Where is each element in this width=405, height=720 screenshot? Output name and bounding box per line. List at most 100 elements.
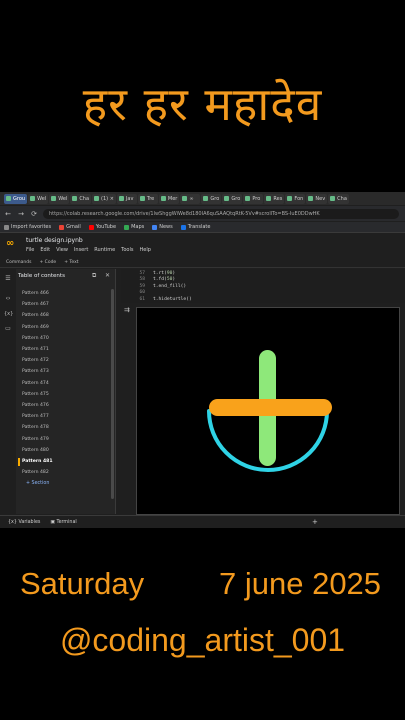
add-section-button[interactable]: + Section	[26, 481, 49, 486]
toc-item[interactable]: Pattern 476	[22, 403, 49, 408]
tab-favicon-icon	[139, 196, 145, 201]
bookmark-youtube[interactable]: YouTube	[88, 224, 116, 230]
toc-item[interactable]: Pattern 470	[22, 336, 49, 341]
toc-item[interactable]: Pattern 477	[22, 414, 49, 419]
browser-tab[interactable]: Res	[264, 193, 285, 204]
tab-label: Tre	[146, 195, 155, 202]
menu-view[interactable]: View	[56, 247, 68, 253]
line-number: 60	[139, 290, 145, 296]
browser-tab[interactable]: Grou	[4, 193, 28, 204]
folder-icon[interactable]: ▭	[4, 325, 12, 333]
back-button[interactable]: ←	[4, 210, 12, 218]
browser-tab[interactable]: Wel	[49, 193, 70, 204]
colab-toolbar: Commands + Code + Text	[0, 258, 405, 268]
bookmark-translate[interactable]: Translate	[180, 224, 210, 230]
browser-tab[interactable]: Mer	[158, 193, 180, 204]
browser-tab[interactable]: Jav	[116, 193, 137, 204]
browser-tab[interactable]: Wel	[28, 193, 49, 204]
toc-list-icon[interactable]: ☰	[4, 275, 12, 283]
code-line: 59 t.end_fill()	[121, 284, 186, 289]
bookmark-gmail[interactable]: Gmail	[59, 224, 81, 230]
maps-icon	[124, 224, 130, 230]
browser-tab[interactable]: Cha	[70, 193, 92, 204]
menu-help[interactable]: Help	[140, 247, 151, 253]
bookmarks-bar: Import favorites Gmail YouTube Maps News…	[0, 222, 405, 233]
status-bar: {x} Variables ▣ Terminal +	[0, 515, 405, 528]
tab-favicon-icon	[94, 196, 100, 201]
tab-label: Cha	[79, 195, 90, 202]
toc-item[interactable]: Pattern 467	[22, 302, 49, 307]
line-number: 61	[139, 296, 145, 302]
browser-tab[interactable]: Gro	[201, 193, 222, 204]
menu-insert[interactable]: Insert	[74, 247, 88, 253]
tab-favicon-icon	[160, 196, 166, 201]
menu-runtime[interactable]: Runtime	[94, 247, 115, 253]
toc-item[interactable]: Pattern 482	[22, 470, 49, 475]
bookmark-maps[interactable]: Maps	[124, 224, 144, 230]
toc-item[interactable]: Pattern 475	[22, 392, 49, 397]
tab-favicon-icon	[118, 196, 124, 201]
menu-bar: File Edit View Insert Runtime Tools Help	[26, 247, 151, 253]
menu-edit[interactable]: Edit	[40, 247, 50, 253]
code-snippets-icon[interactable]: ‹›	[4, 295, 12, 303]
bookmark-label: News	[159, 224, 173, 230]
add-text-button[interactable]: + Text	[64, 260, 78, 265]
toc-open-tab-icon[interactable]: ⧉	[92, 272, 96, 280]
footer-date: 7 june 2025	[219, 566, 382, 601]
variables-button[interactable]: {x} Variables	[8, 520, 40, 525]
code-line: 60	[121, 290, 153, 295]
browser-tab[interactable]: Fon	[285, 193, 306, 204]
screen-capture: Grou Wel Wel Cha (1) × Jav Tre Mer ∞ Gro Gro Pro Res…	[0, 192, 405, 528]
tab-label: Gro	[210, 195, 220, 202]
tab-label: Grou	[13, 195, 26, 202]
menu-file[interactable]: File	[26, 247, 34, 253]
code-cell[interactable]: 57 t.rt(90) 58 t.fd(50) 59 t.end_fill() 60 61 t.…	[121, 269, 405, 303]
toc-scrollbar[interactable]	[111, 289, 114, 499]
notebook-name[interactable]: turtle design.ipynb	[26, 237, 83, 244]
commands-button[interactable]: Commands	[6, 260, 31, 265]
variables-icon[interactable]: {x}	[4, 311, 13, 319]
add-plus-button[interactable]: +	[312, 518, 318, 526]
toc-item[interactable]: Pattern 480	[22, 448, 49, 453]
bookmark-import-favorites[interactable]: Import favorites	[4, 224, 51, 230]
toc-item[interactable]: Pattern 469	[22, 325, 49, 330]
browser-tab[interactable]: Cha	[328, 193, 349, 204]
toc-item[interactable]: Pattern 466	[22, 291, 49, 296]
forward-button[interactable]: →	[17, 210, 25, 218]
toc-item[interactable]: Pattern 474	[22, 381, 49, 386]
url-field[interactable]: https://colab.research.google.com/drive/…	[43, 208, 399, 219]
menu-tools[interactable]: Tools	[121, 247, 133, 253]
orange-bar	[209, 399, 332, 416]
reload-button[interactable]: ⟳	[30, 210, 38, 218]
bookmark-news[interactable]: News	[152, 224, 173, 230]
browser-tab[interactable]: Nev	[306, 193, 328, 204]
toc-item[interactable]: Pattern 472	[22, 358, 49, 363]
toc-item[interactable]: Pattern 479	[22, 437, 49, 442]
colab-header: ∞ turtle design.ipynb File Edit View Ins…	[0, 234, 405, 258]
toc-item[interactable]: Pattern 481	[22, 459, 53, 464]
tab-label: Pro	[252, 195, 261, 202]
browser-tab[interactable]: Tre	[137, 193, 158, 204]
add-code-button[interactable]: + Code	[39, 260, 56, 265]
tab-favicon-icon	[266, 196, 272, 201]
code-tail: )	[172, 277, 176, 283]
top-title: हर हर महादेव	[82, 77, 323, 131]
tab-favicon-icon	[51, 196, 57, 201]
terminal-label: Terminal	[56, 519, 77, 525]
terminal-button[interactable]: ▣ Terminal	[50, 520, 76, 525]
tab-label: Mer	[167, 195, 178, 202]
toc-item[interactable]: Pattern 468	[22, 313, 49, 318]
browser-tab[interactable]: Gro	[222, 193, 243, 204]
line-number: 59	[139, 283, 145, 289]
browser-tab[interactable]: ∞	[180, 193, 201, 204]
toc-close-icon[interactable]: ✕	[105, 272, 110, 279]
toc-item[interactable]: Pattern 478	[22, 425, 49, 430]
left-rail: ☰ ‹› {x} ▭	[0, 269, 16, 514]
turtle-output-canvas	[136, 307, 400, 515]
toc-item[interactable]: Pattern 473	[22, 369, 49, 374]
toc-item[interactable]: Pattern 471	[22, 347, 49, 352]
browser-tab[interactable]: (1) ×	[92, 193, 116, 204]
code-text: t.rt(	[153, 271, 167, 276]
output-toggle-icon[interactable]: ⇉	[124, 306, 130, 314]
browser-tab[interactable]: Pro	[243, 193, 264, 204]
